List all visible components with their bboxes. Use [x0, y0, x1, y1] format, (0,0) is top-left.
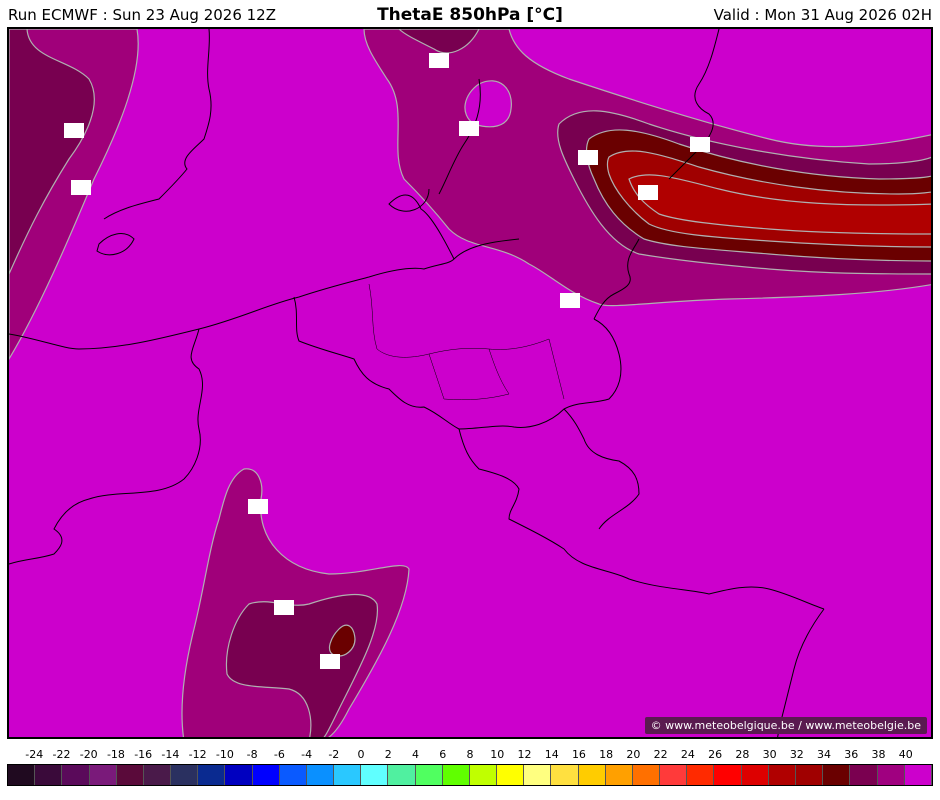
colorbar-swatch — [8, 765, 36, 785]
colorbar-swatch — [279, 765, 307, 785]
colorbar-tick-label: -4 — [301, 748, 313, 761]
contour-label: 36 — [320, 654, 340, 670]
colorbar-tick-label: 4 — [412, 748, 420, 761]
colorbar-tick-label: -10 — [215, 748, 234, 761]
credit-label: © www.meteobelgique.be / www.meteobelgie… — [644, 717, 927, 734]
contour-label: 32 — [638, 185, 658, 201]
colorbar-tick-label: 0 — [357, 748, 365, 761]
colorbar-swatch — [334, 765, 362, 785]
contour-label: 40 — [248, 499, 268, 515]
colorbar-swatch — [225, 765, 253, 785]
thetae-map: 38 40 38 40 36 40 32 40 40 38 36 © www.m… — [7, 27, 933, 739]
colorbar-tick-label: -12 — [188, 748, 207, 761]
colorbar-tick-label: 10 — [490, 748, 505, 761]
colorbar-swatch — [877, 765, 905, 785]
colorbar-tick-label: 30 — [762, 748, 777, 761]
contour-label-text: 40 — [250, 500, 267, 515]
contour-label-text: 38 — [276, 601, 293, 616]
contour-label: 40 — [690, 137, 710, 153]
contour-label-text: 40 — [692, 138, 709, 153]
contour-label: 40 — [71, 180, 91, 196]
colorbar-tick-label: 24 — [680, 748, 695, 761]
colorbar-swatch — [442, 765, 470, 785]
colorbar: -24 -22 -20 -18 -16 -14 -12 -10 -8 -6 -4 -2 0 2 4 6 8 10 1… — [7, 748, 933, 790]
colorbar-swatch — [578, 765, 606, 785]
colorbar-swatch — [89, 765, 117, 785]
contour-label: 40 — [459, 121, 479, 137]
colorbar-tick-label: -6 — [273, 748, 285, 761]
colorbar-swatch — [823, 765, 851, 785]
colorbar-swatch — [551, 765, 579, 785]
colorbar-swatch — [795, 765, 824, 785]
contour-label-text: 40 — [562, 294, 579, 309]
contour-label: 38 — [274, 600, 294, 616]
colorbar-swatch — [714, 765, 742, 785]
colorbar-swatch — [35, 765, 63, 785]
colorbar-tick-label: -16 — [134, 748, 153, 761]
colorbar-tick-label: 18 — [599, 748, 614, 761]
colorbar-swatch — [388, 765, 416, 785]
colorbar-swatch — [605, 765, 633, 785]
colorbar-swatch — [116, 765, 144, 785]
contour-label-text: 40 — [73, 181, 90, 196]
colorbar-tick-label: -22 — [52, 748, 71, 761]
colorbar-swatches — [7, 764, 933, 786]
colorbar-swatch — [143, 765, 172, 785]
colorbar-swatch — [252, 765, 280, 785]
contour-label: 40 — [560, 293, 580, 309]
colorbar-tick-label: 26 — [708, 748, 723, 761]
valid-time-label: Valid : Mon 31 Aug 2026 02H — [713, 6, 932, 24]
colorbar-tick-label: 32 — [789, 748, 804, 761]
colorbar-tick-label: 2 — [384, 748, 392, 761]
contour-label-text: 32 — [640, 186, 657, 201]
colorbar-swatch — [62, 765, 90, 785]
colorbar-swatch — [904, 765, 932, 785]
colorbar-swatch — [741, 765, 769, 785]
colorbar-swatch — [524, 765, 552, 785]
contour-label-text: 38 — [431, 54, 448, 69]
contour-label-text: 38 — [66, 124, 83, 139]
colorbar-tick-label: -2 — [328, 748, 340, 761]
colorbar-tick-label: 8 — [466, 748, 474, 761]
colorbar-tick-label: 12 — [517, 748, 532, 761]
colorbar-swatch — [171, 765, 199, 785]
colorbar-tick-label: -14 — [161, 748, 180, 761]
colorbar-swatch — [361, 765, 389, 785]
colorbar-tick-label: 6 — [439, 748, 447, 761]
colorbar-tick-label: 40 — [898, 748, 913, 761]
colorbar-swatch — [768, 765, 796, 785]
region-borders — [368, 283, 565, 401]
colorbar-swatch — [306, 765, 335, 785]
colorbar-swatch — [687, 765, 715, 785]
colorbar-tick-label: -18 — [106, 748, 125, 761]
colorbar-swatch — [198, 765, 226, 785]
colorbar-swatch — [497, 765, 525, 785]
colorbar-swatch — [660, 765, 688, 785]
map-canvas: 38 40 38 40 36 40 32 40 40 38 36 — [9, 29, 931, 737]
colorbar-tick-label: 14 — [544, 748, 559, 761]
colorbar-tick-label: 38 — [871, 748, 886, 761]
colorbar-swatch — [632, 765, 661, 785]
colorbar-tick-label: -8 — [246, 748, 258, 761]
contour-label-text: 36 — [322, 655, 339, 670]
colorbar-tick-label: 20 — [626, 748, 641, 761]
contour-label: 38 — [64, 123, 84, 139]
colorbar-tick-label: 28 — [735, 748, 750, 761]
colorbar-swatch — [415, 765, 443, 785]
colorbar-tick-label: 36 — [844, 748, 859, 761]
colorbar-tick-label: 22 — [653, 748, 668, 761]
colorbar-tick-label: 16 — [571, 748, 586, 761]
colorbar-tick-label: -20 — [79, 748, 98, 761]
colorbar-swatch — [850, 765, 878, 785]
colorbar-tick-label: -24 — [25, 748, 44, 761]
contour-label-text: 40 — [461, 122, 478, 137]
colorbar-swatch — [469, 765, 498, 785]
contour-label: 36 — [578, 150, 598, 166]
contour-label: 38 — [429, 53, 449, 69]
contour-label-text: 36 — [580, 151, 597, 166]
colorbar-tick-label: 34 — [817, 748, 832, 761]
